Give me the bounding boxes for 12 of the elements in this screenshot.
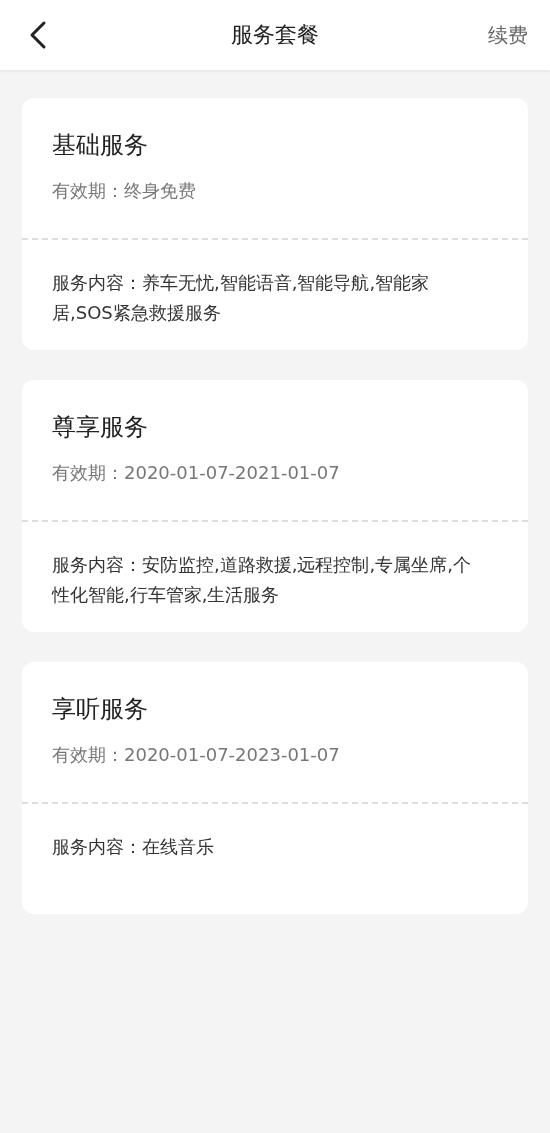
validity-text: 有效期：2020-01-07-2023-01-07: [52, 743, 341, 767]
package-name: 享听服务: [52, 694, 149, 725]
service-content: 服务内容：在线音乐: [52, 835, 215, 859]
package-name: 尊享服务: [52, 412, 149, 443]
page-title: 服务套餐: [231, 21, 319, 49]
validity-text: 有效期：终身免费: [52, 179, 197, 203]
validity-text: 有效期：2020-01-07-2021-01-07: [52, 461, 341, 485]
package-name: 基础服务: [52, 130, 149, 161]
service-content: 服务内容：安防监控,道路救援,远程控制,专属坐席,个性化智能,行车管家,生活服务: [52, 553, 472, 607]
service-content: 服务内容：养车无忧,智能语音,智能导航,智能家居,SOS紧急救援服务: [52, 271, 431, 325]
back-icon[interactable]: [28, 20, 48, 50]
renew-button[interactable]: 续费: [488, 21, 528, 49]
